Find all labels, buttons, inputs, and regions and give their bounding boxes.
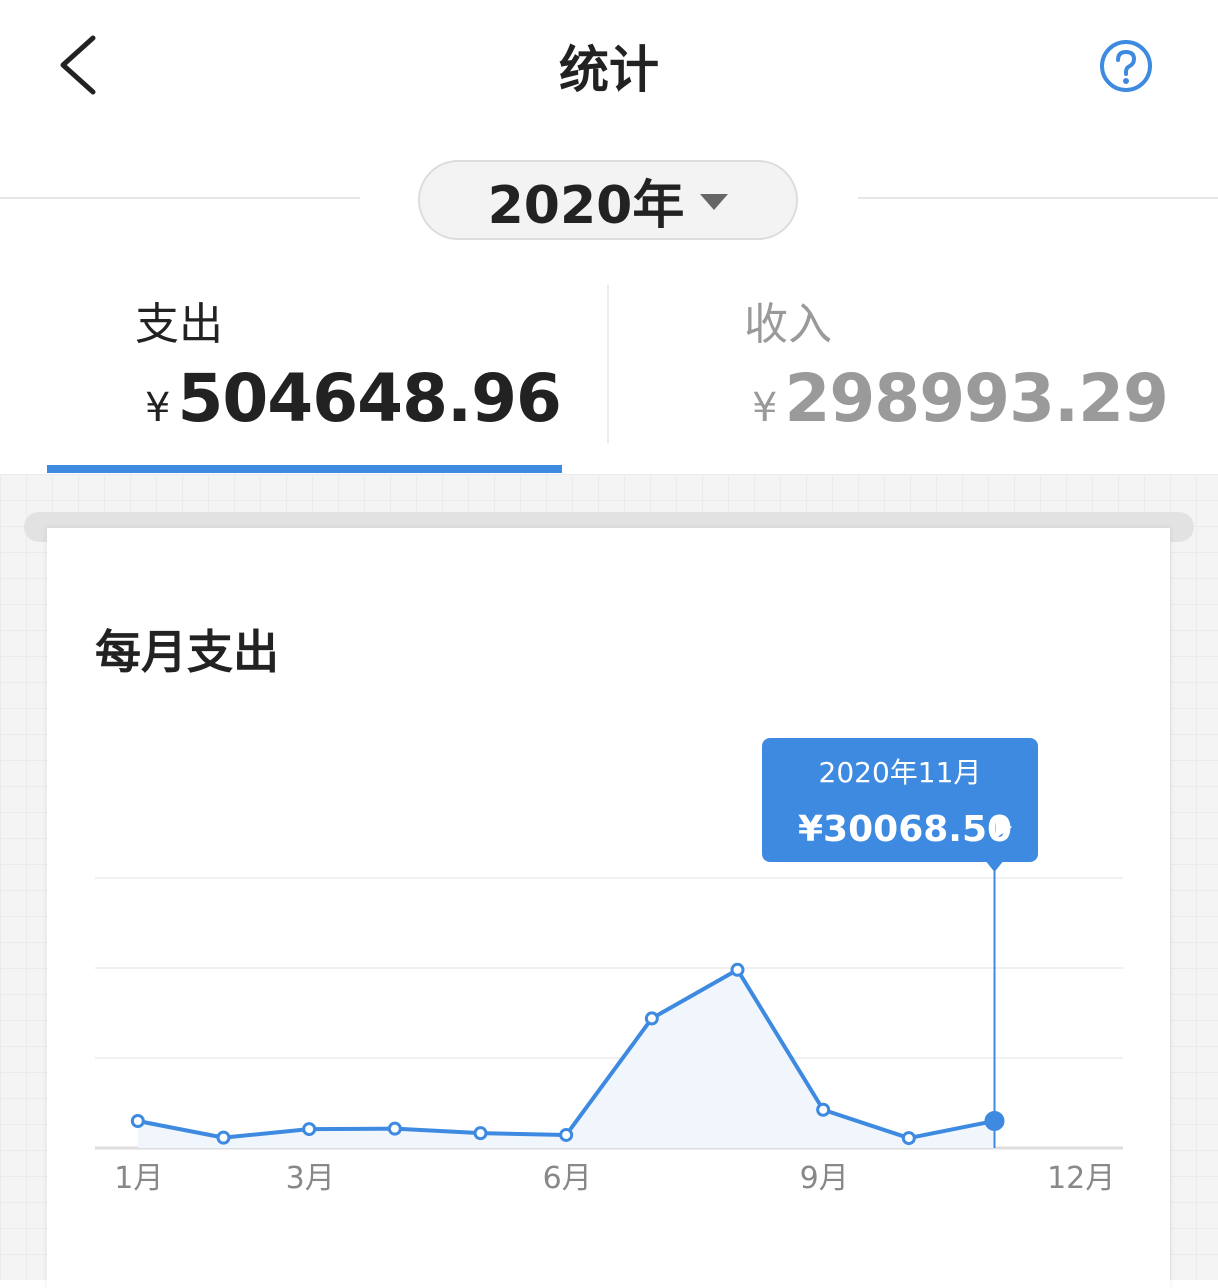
data-point[interactable] [730,962,745,977]
data-point[interactable] [901,1131,916,1146]
series-line [137,967,995,1141]
tab-expense[interactable]: 支出 ¥504648.96 [0,280,607,470]
income-currency: ¥ [752,385,777,431]
expense-value: 504648.96 [177,360,561,437]
active-tab-indicator [47,465,562,473]
tooltip-period: 2020年11月 [819,756,982,789]
data-point-selected[interactable] [984,1110,1005,1131]
dropdown-caret-icon [700,194,729,210]
x-tick-label: 6月 [543,1161,592,1196]
help-icon[interactable] [1098,38,1154,94]
x-tick-label: 1月 [114,1161,163,1196]
data-point[interactable] [216,1130,231,1145]
expense-currency: ¥ [145,385,170,431]
data-point[interactable] [302,1122,317,1137]
monthly-expense-card: 每月支出 1月 3月 6月 9月 12月 2020年11月 ¥30068.50 [47,528,1170,1288]
nav-bar: 统计 [0,0,1218,135]
series-area [137,969,995,1148]
x-tick-label: 9月 [800,1161,849,1196]
income-label: 收入 [744,299,832,350]
data-point[interactable] [644,1011,659,1026]
monthly-expense-chart[interactable]: 1月 3月 6月 9月 12月 2020年11月 ¥30068.50 [47,528,1170,1280]
tab-income[interactable]: 收入 ¥298993.29 [609,280,1218,470]
x-tick-label: 3月 [286,1161,335,1196]
data-point[interactable] [816,1102,831,1117]
x-tick-label: 12月 [1047,1161,1115,1196]
tooltip-pointer [986,862,1003,872]
expense-amount: ¥504648.96 [145,360,562,437]
income-value: 298993.29 [784,360,1168,437]
data-point[interactable] [559,1127,574,1142]
income-amount: ¥298993.29 [752,360,1169,437]
data-point[interactable] [130,1114,145,1128]
right-divider-line [858,197,1218,199]
left-divider-line [0,197,360,199]
year-selector[interactable]: 2020年 [418,160,798,240]
expense-label: 支出 [135,299,223,350]
tooltip-amount: ¥30068.50 [798,809,1012,850]
year-label: 2020年 [487,175,685,236]
page-title: 统计 [559,41,659,99]
data-point[interactable] [387,1121,402,1136]
data-point[interactable] [473,1126,488,1141]
